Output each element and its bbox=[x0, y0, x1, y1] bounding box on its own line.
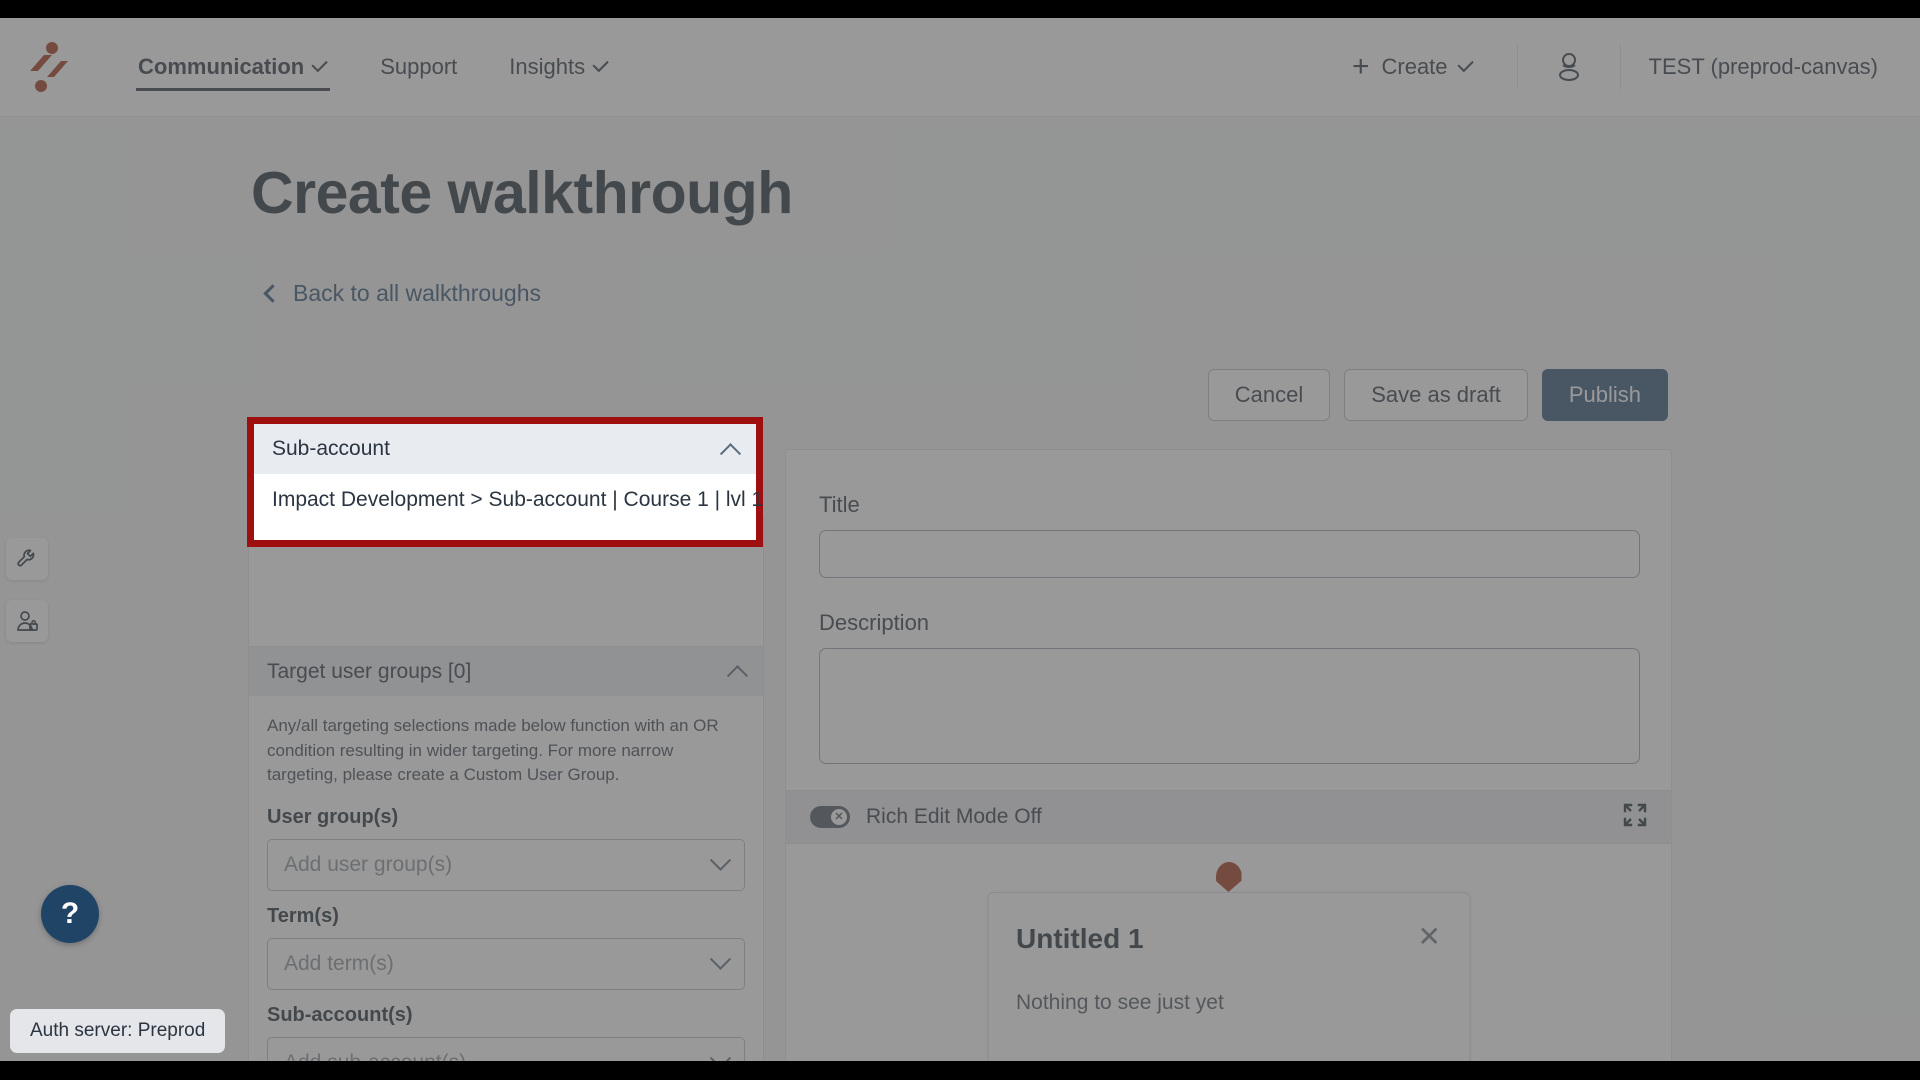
target-user-groups-label: Target user groups [0] bbox=[267, 659, 472, 683]
create-button-label: Create bbox=[1381, 54, 1448, 79]
page-title: Create walkthrough bbox=[251, 160, 793, 226]
preview-card-header: Untitled 1 ✕ bbox=[988, 893, 1469, 955]
subaccount-selected-value[interactable]: Impact Development > Sub-account | Cours… bbox=[254, 474, 763, 526]
nav-divider bbox=[1516, 45, 1518, 89]
save-as-draft-button[interactable]: Save as draft bbox=[1344, 369, 1528, 421]
chevron-down-icon bbox=[709, 949, 732, 971]
title-input[interactable] bbox=[819, 530, 1640, 578]
target-user-groups-header[interactable]: Target user groups [0] bbox=[249, 646, 763, 696]
brand-logo-icon bbox=[30, 42, 68, 92]
user-groups-select[interactable]: Add user group(s) bbox=[267, 838, 745, 891]
subaccount-highlight-callout: Sub-account Impact Development > Sub-acc… bbox=[247, 417, 763, 547]
walkthrough-editor-panel: Title Description ✕ Rich Edit Mode Off U… bbox=[785, 449, 1672, 1061]
subaccount-section-header[interactable]: Sub-account bbox=[254, 424, 756, 474]
user-settings-icon bbox=[17, 611, 38, 631]
settings-panel-body: Target user groups [0] Any/all targeting… bbox=[248, 516, 764, 1061]
application-window: Communication Support Insights + Create bbox=[0, 18, 1920, 1061]
description-input[interactable] bbox=[819, 648, 1640, 764]
back-to-all-walkthroughs-link[interactable]: Back to all walkthroughs bbox=[263, 280, 542, 307]
help-button[interactable]: ? bbox=[41, 885, 99, 943]
rich-edit-mode-label: Rich Edit Mode Off bbox=[866, 805, 1042, 828]
nav-item-label: Support bbox=[380, 54, 458, 79]
field-terms: Term(s) Add term(s) bbox=[249, 891, 763, 990]
chevron-down-icon bbox=[1457, 55, 1474, 73]
chevron-down-icon bbox=[592, 55, 609, 73]
chevron-down-icon bbox=[311, 55, 328, 73]
create-button[interactable]: + Create bbox=[1331, 41, 1495, 93]
field-sub-accounts: Sub-account(s) Add sub-account(s) bbox=[249, 990, 763, 1061]
page-content: Create walkthrough Back to all walkthrou… bbox=[0, 117, 1920, 1061]
user-avatar-button[interactable] bbox=[1540, 44, 1598, 90]
nav-item-label: Communication bbox=[138, 54, 305, 79]
field-user-groups: User group(s) Add user group(s) bbox=[249, 792, 763, 891]
cancel-button[interactable]: Cancel bbox=[1207, 369, 1331, 421]
chevron-up-icon bbox=[726, 665, 749, 687]
close-icon[interactable]: ✕ bbox=[1418, 923, 1441, 951]
select-placeholder: Add sub-account(s) bbox=[284, 1051, 466, 1061]
top-navigation-bar: Communication Support Insights + Create bbox=[0, 18, 1920, 117]
select-placeholder: Add user group(s) bbox=[284, 852, 453, 876]
nav-item-support[interactable]: Support bbox=[354, 18, 483, 117]
user-avatar-icon bbox=[1558, 53, 1579, 81]
terms-select[interactable]: Add term(s) bbox=[267, 937, 745, 990]
chevron-down-icon bbox=[709, 850, 732, 872]
field-label: Sub-account(s) bbox=[267, 1003, 413, 1026]
preview-pointer-marker bbox=[1215, 862, 1242, 892]
expand-fullscreen-icon[interactable] bbox=[1623, 803, 1647, 832]
nav-item-insights[interactable]: Insights bbox=[483, 18, 635, 117]
nav-right-cluster: + Create TEST (preprod-canvas) bbox=[1331, 18, 1920, 117]
editor-meta-area: Title Description bbox=[786, 450, 1671, 790]
toggle-knob-off-icon: ✕ bbox=[831, 809, 847, 825]
tenant-label: TEST (preprod-canvas) bbox=[1648, 54, 1878, 79]
rail-button-persona[interactable] bbox=[6, 600, 48, 642]
select-placeholder: Add term(s) bbox=[284, 951, 394, 975]
rich-edit-mode-bar: ✕ Rich Edit Mode Off bbox=[786, 790, 1671, 844]
chevron-left-icon bbox=[263, 284, 282, 303]
page-action-buttons: Cancel Save as draft Publish bbox=[1207, 369, 1668, 421]
preview-card-title: Untitled 1 bbox=[1016, 923, 1144, 954]
auth-server-badge: Auth server: Preprod bbox=[10, 1009, 226, 1053]
preview-step-card: Untitled 1 ✕ Nothing to see just yet bbox=[987, 892, 1470, 1061]
field-label: User group(s) bbox=[267, 805, 399, 828]
rail-button-tools[interactable] bbox=[6, 538, 48, 580]
primary-nav: Communication Support Insights bbox=[112, 18, 635, 117]
nav-item-label: Insights bbox=[509, 54, 586, 79]
description-label: Description bbox=[819, 610, 930, 635]
brand-logo[interactable] bbox=[0, 18, 96, 117]
nav-item-communication[interactable]: Communication bbox=[112, 18, 354, 117]
preview-card-body: Nothing to see just yet bbox=[1016, 991, 1224, 1014]
rich-edit-mode-toggle[interactable]: ✕ bbox=[810, 806, 850, 828]
nav-divider bbox=[1619, 45, 1621, 89]
sub-accounts-select[interactable]: Add sub-account(s) bbox=[267, 1036, 745, 1061]
wrench-icon bbox=[17, 549, 35, 567]
target-user-groups-note: Any/all targeting selections made below … bbox=[267, 716, 719, 785]
chevron-down-icon bbox=[709, 1048, 732, 1061]
chevron-up-icon bbox=[719, 442, 742, 464]
plus-icon: + bbox=[1351, 50, 1370, 83]
walkthrough-preview-stage: Untitled 1 ✕ Nothing to see just yet bbox=[786, 844, 1671, 1061]
publish-button[interactable]: Publish bbox=[1541, 369, 1668, 421]
field-label: Term(s) bbox=[267, 904, 339, 927]
back-link-label: Back to all walkthroughs bbox=[293, 280, 542, 306]
title-label: Title bbox=[819, 492, 860, 517]
subaccount-section-label: Sub-account bbox=[272, 437, 390, 460]
